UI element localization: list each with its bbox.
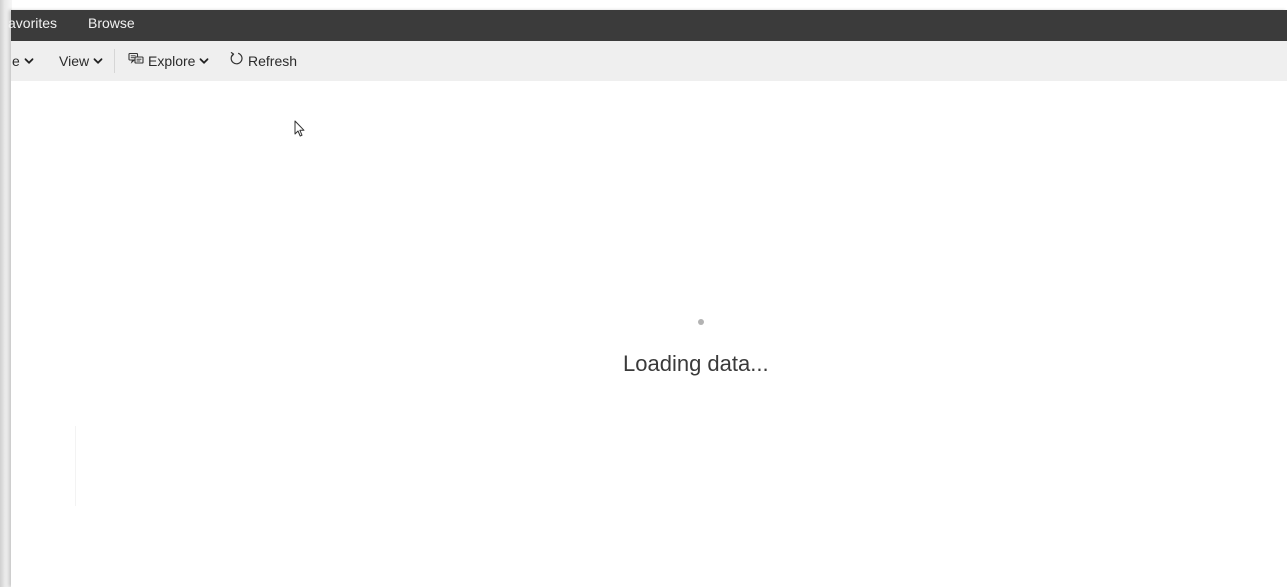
- explore-icon: [128, 40, 144, 82]
- tab-browse[interactable]: Browse: [88, 10, 135, 41]
- view-menu-button[interactable]: View: [59, 41, 103, 81]
- toolbar-divider: [114, 49, 115, 73]
- panel-divider: [75, 426, 76, 506]
- loading-spinner: [698, 319, 704, 325]
- loading-message: Loading data...: [623, 351, 769, 376]
- screen: avorites Browse e View Explore Refresh L…: [0, 0, 1287, 587]
- cut-off-menu-label: e: [12, 53, 20, 69]
- refresh-icon: [229, 40, 244, 82]
- mouse-cursor-icon: [294, 120, 306, 138]
- view-menu-label: View: [59, 53, 90, 69]
- refresh-button[interactable]: Refresh: [229, 41, 297, 81]
- chevron-down-icon: [24, 56, 34, 66]
- tab-favorites[interactable]: avorites: [8, 10, 57, 41]
- refresh-label: Refresh: [248, 53, 298, 69]
- explore-menu-label: Explore: [148, 53, 196, 69]
- top-navigation-bar: avorites Browse: [8, 10, 1287, 41]
- app-window: avorites Browse e View Explore Refresh L…: [8, 10, 1287, 587]
- command-toolbar: e View Explore Refresh: [11, 41, 1287, 81]
- main-content-area: Loading data...: [11, 81, 1287, 587]
- chevron-down-icon: [199, 56, 209, 66]
- cut-off-menu-button[interactable]: e: [12, 41, 34, 81]
- explore-menu-button[interactable]: Explore: [128, 41, 209, 81]
- chevron-down-icon: [93, 56, 103, 66]
